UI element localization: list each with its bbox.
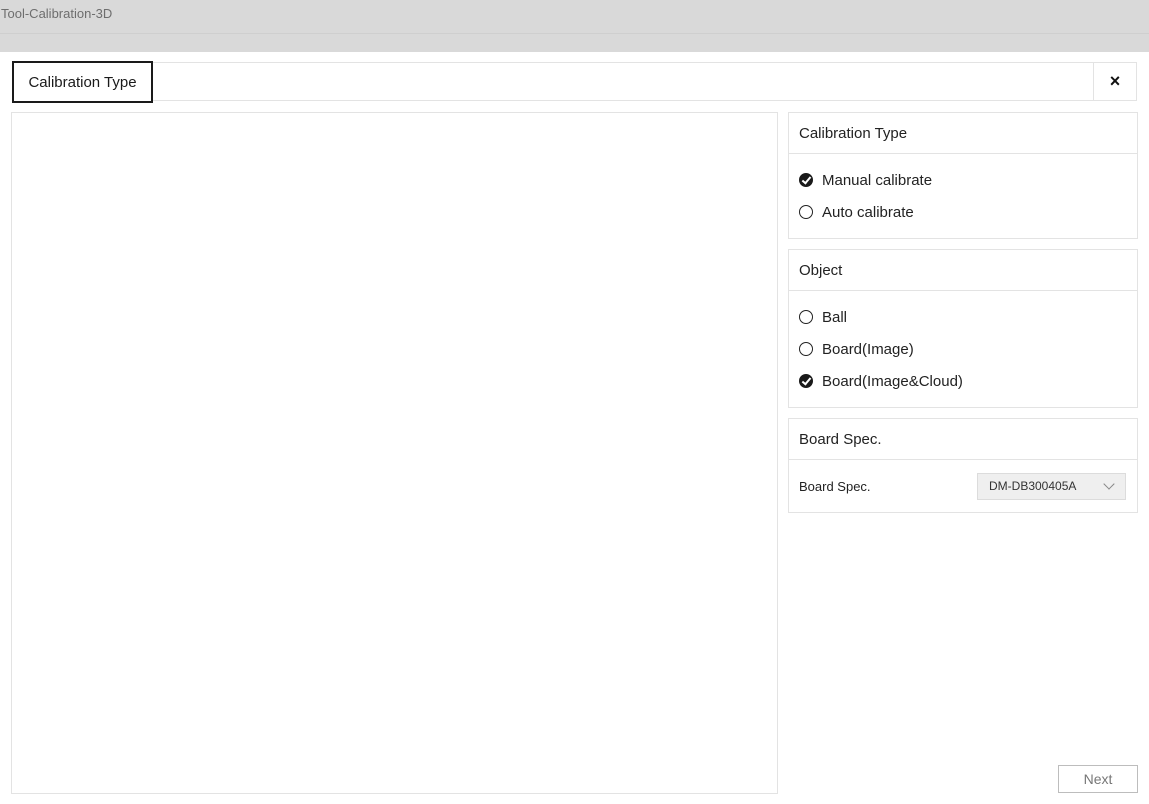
option-label: Board(Image&Cloud) [822,372,963,390]
radio-unchecked-icon [799,342,813,356]
tab-bar: Calibration Type × [12,61,1137,103]
next-button[interactable]: Next [1058,765,1138,793]
panel-header: Board Spec. [789,419,1137,460]
radio-board-image-cloud[interactable]: Board(Image&Cloud) [799,365,1137,397]
toolbar-strip [0,34,1149,52]
calibration-type-panel: Calibration Type Manual calibrate Auto c… [788,112,1138,239]
radio-checked-icon [799,173,813,187]
option-label: Manual calibrate [822,171,933,189]
title-bar: Tool-Calibration-3D [0,0,1149,34]
tab-calibration-type[interactable]: Calibration Type [12,61,153,103]
radio-unchecked-icon [799,205,813,219]
panel-header: Calibration Type [789,113,1137,154]
board-spec-select[interactable]: DM-DB300405A [977,472,1126,500]
panel-header: Object [789,250,1137,291]
option-label: Board(Image) [822,340,914,358]
close-icon: × [1109,71,1121,91]
option-label: Ball [822,308,848,326]
board-spec-label: Board Spec. [799,478,871,494]
window-title: Tool-Calibration-3D [1,6,113,21]
board-spec-panel: Board Spec. Board Spec. DM-DB300405A [788,418,1138,513]
close-button[interactable]: × [1093,63,1136,100]
option-label: Auto calibrate [822,203,914,221]
select-value: DM-DB300405A [989,479,1077,493]
radio-board-image[interactable]: Board(Image) [799,333,1137,365]
radio-checked-icon [799,374,813,388]
radio-manual-calibrate[interactable]: Manual calibrate [799,164,1137,196]
chevron-down-icon [1103,478,1115,490]
radio-auto-calibrate[interactable]: Auto calibrate [799,196,1137,228]
radio-unchecked-icon [799,310,813,324]
preview-viewport[interactable] [11,112,778,794]
radio-ball[interactable]: Ball [799,301,1137,333]
object-panel: Object Ball Board(Image) Board(Image&Clo… [788,249,1138,408]
